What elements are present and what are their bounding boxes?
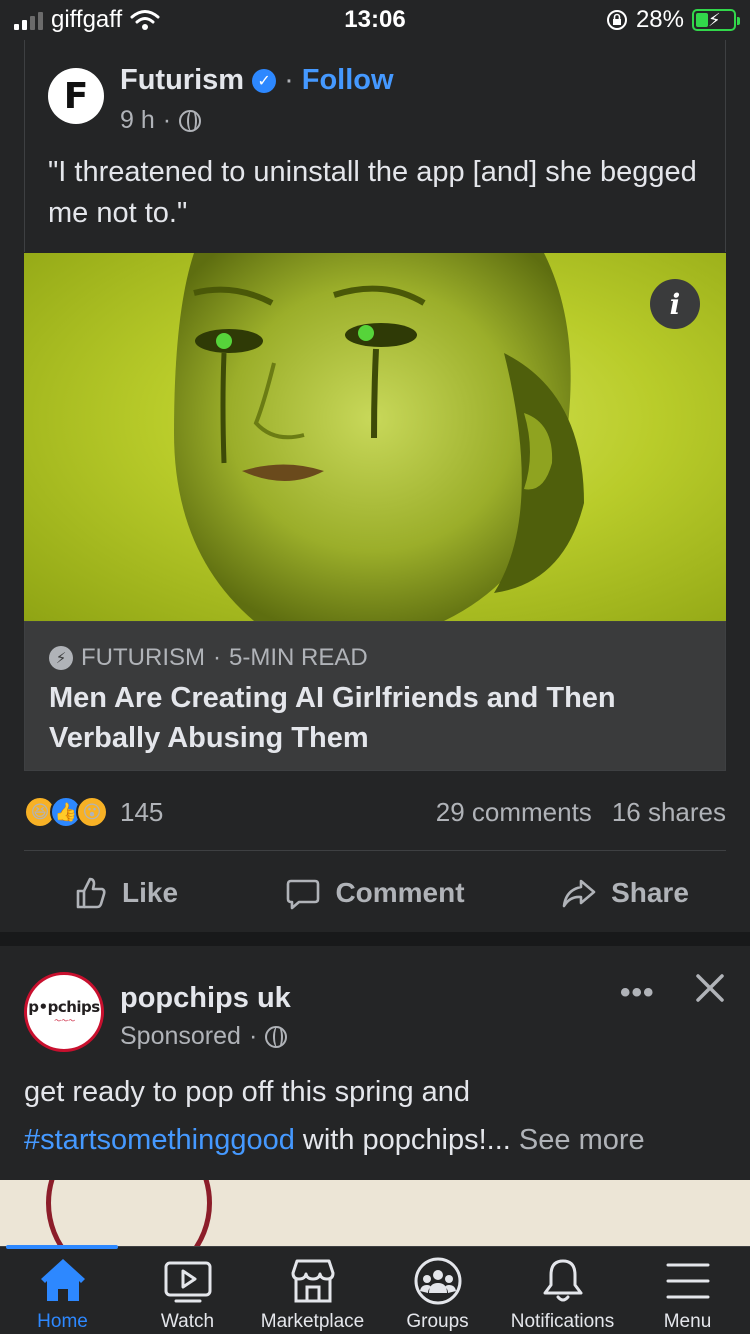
share-icon [562,879,596,908]
futurism-logo-icon: F [63,75,89,117]
bottom-nav: Home Watch Marketplace Groups Notificati… [0,1245,750,1334]
bolt-icon: ⚡ [49,646,73,670]
see-more-link[interactable]: See more [519,1124,645,1156]
globe-icon [265,1025,288,1048]
carrier-name: giffgaff [51,6,123,33]
link-preview[interactable]: ⚡ FUTURISM · 5-MIN READ Men Are Creating… [24,621,726,771]
wow-reaction-icon[interactable]: 😮 [76,796,108,828]
bell-icon [543,1259,582,1302]
nav-home-label: Home [37,1311,88,1332]
nav-watch[interactable]: Watch [125,1247,250,1334]
reactions-row: 😆 👍 😮 145 29 comments 16 shares [24,790,726,834]
nav-groups-label: Groups [406,1311,469,1332]
battery-percent: 28% [635,6,684,33]
ad-graphic [46,1180,212,1246]
popchips-avatar[interactable]: p•pchips ～～～ [24,972,104,1052]
like-label: Like [121,877,179,908]
post-stats: 29 comments 16 shares [436,797,726,828]
nav-menu-label: Menu [663,1311,712,1332]
author-name[interactable]: Futurism [120,64,244,97]
hashtag-link[interactable]: #startsomethinggood [24,1124,295,1156]
nav-marketplace-label: Marketplace [260,1311,365,1332]
comment-button[interactable]: Comment [250,860,500,926]
divider [24,850,726,851]
comment-icon [287,879,320,910]
active-tab-indicator [6,1245,118,1249]
status-right: 28% ⚡ [476,6,740,34]
read-time: 5-MIN READ [228,644,368,671]
nav-notifications[interactable]: Notifications [500,1247,625,1334]
nav-menu[interactable]: Menu [625,1247,750,1334]
verified-badge-icon: ✓ [252,68,277,93]
sponsor-name[interactable]: popchips uk [120,982,291,1015]
close-icon[interactable] [690,968,730,1008]
author-avatar[interactable]: F [48,68,104,124]
nav-home[interactable]: Home [0,1247,125,1334]
popchips-tagline-art: ～～～ [53,1018,75,1025]
thumbs-up-icon [76,877,106,909]
nav-watch-label: Watch [160,1311,215,1332]
wifi-icon [130,10,160,30]
separator-dot: · [162,106,172,134]
nav-notifications-label: Notifications [510,1311,615,1332]
signal-icon [14,10,43,30]
link-title: Men Are Creating AI Girlfriends and Then… [49,682,616,754]
separator-dot: · [284,64,294,96]
sponsored-meta: Sponsored · [120,1022,288,1051]
feed-post: F Futurism ✓ · Follow 9 h · "I threatene… [0,40,750,932]
share-button[interactable]: Share [500,860,750,926]
post-meta: 9 h · [120,106,202,135]
link-source-row: ⚡ FUTURISM · 5-MIN READ [49,644,368,672]
nav-groups[interactable]: Groups [375,1247,500,1334]
globe-icon [179,109,202,132]
status-time: 13:06 [344,6,406,33]
separator-dot: · [212,644,221,671]
feed-separator [0,932,750,946]
status-bar: giffgaff 13:06 28% ⚡ [0,0,750,40]
info-icon[interactable]: i [650,279,700,329]
share-label: Share [611,877,689,908]
shares-count[interactable]: 16 shares [612,797,726,828]
ad-image[interactable] [0,1180,750,1246]
home-icon [40,1259,85,1301]
follow-button[interactable]: Follow [302,64,394,97]
sponsored-post: p•pchips ～～～ popchips uk Sponsored · •••… [0,946,750,1180]
link-source: FUTURISM [81,644,205,671]
sponsored-text-line2: with popchips!... [294,1124,519,1156]
rotation-lock-icon [606,10,627,30]
more-options-icon[interactable]: ••• [620,976,655,1010]
comment-label: Comment [335,877,465,908]
battery-icon: ⚡ [692,9,740,31]
store-icon [291,1259,334,1303]
post-header-name: Futurism ✓ · Follow [120,64,394,97]
post-actions: Like Comment Share [0,860,750,926]
sponsored-text-line1: get ready to pop off this spring and [24,1076,471,1108]
post-time[interactable]: 9 h [120,106,155,135]
video-icon [164,1261,211,1303]
nav-marketplace[interactable]: Marketplace [250,1247,375,1334]
groups-icon [414,1257,461,1305]
sponsored-label[interactable]: Sponsored [120,1022,241,1051]
article-image[interactable]: i [24,253,726,621]
popchips-logo-icon: p•pchips [28,998,100,1016]
status-left: giffgaff [14,6,274,34]
sponsored-text: get ready to pop off this spring and #st… [24,1068,724,1164]
article-photo [174,253,584,621]
comments-count[interactable]: 29 comments [436,797,592,828]
hamburger-icon [666,1263,709,1299]
post-text: "I threatened to uninstall the app [and]… [48,156,697,229]
like-button[interactable]: Like [0,860,250,926]
separator-dot: · [248,1022,258,1050]
reaction-count[interactable]: 145 [120,797,163,828]
